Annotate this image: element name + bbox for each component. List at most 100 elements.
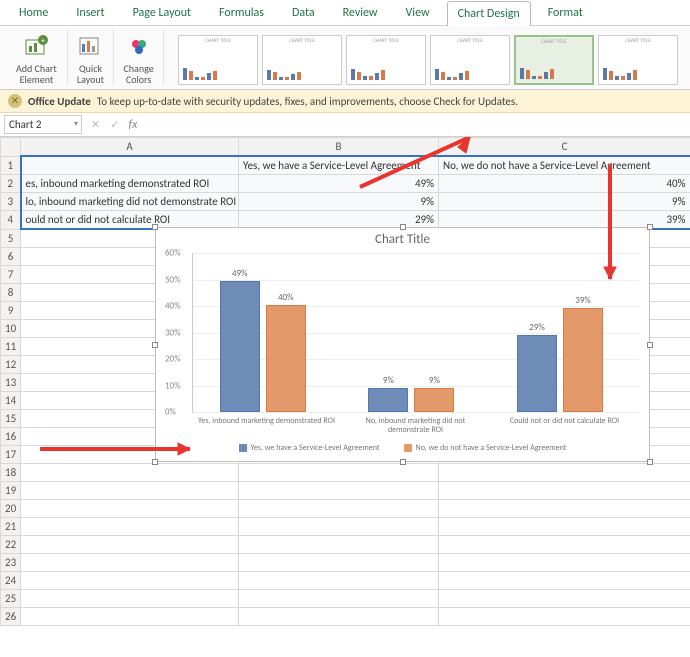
cell[interactable] bbox=[21, 517, 239, 535]
tab-view[interactable]: View bbox=[395, 0, 441, 25]
tab-formulas[interactable]: Formulas bbox=[208, 0, 275, 25]
cell[interactable] bbox=[21, 156, 239, 175]
cell[interactable] bbox=[239, 589, 439, 607]
cell[interactable] bbox=[439, 607, 690, 625]
chart-style-thumb[interactable]: Chart Title bbox=[178, 35, 258, 85]
resize-handle[interactable] bbox=[152, 459, 158, 465]
chart-plot-area[interactable]: 0%10%20%30%40%50%60%49%40%9%9%29%39% bbox=[192, 253, 639, 413]
row-header[interactable]: 14 bbox=[1, 391, 21, 409]
row-header[interactable]: 17 bbox=[1, 445, 21, 463]
embedded-chart[interactable]: Chart Title 0%10%20%30%40%50%60%49%40%9%… bbox=[155, 227, 650, 462]
row-header[interactable]: 5 bbox=[1, 229, 21, 247]
chart-legend[interactable]: Yes, we have a Service-Level AgreementNo… bbox=[156, 443, 649, 453]
cell[interactable] bbox=[21, 535, 239, 553]
cell[interactable] bbox=[439, 463, 690, 481]
cell[interactable] bbox=[239, 499, 439, 517]
quick-layout-button[interactable]: Quick Layout bbox=[68, 30, 114, 85]
col-header-C[interactable]: C bbox=[439, 138, 690, 157]
row-header[interactable]: 13 bbox=[1, 373, 21, 391]
cell[interactable] bbox=[21, 463, 239, 481]
resize-handle[interactable] bbox=[647, 459, 653, 465]
row-header[interactable]: 19 bbox=[1, 481, 21, 499]
cell[interactable] bbox=[439, 553, 690, 571]
chart-bar[interactable]: 49% bbox=[220, 281, 260, 412]
resize-handle[interactable] bbox=[647, 224, 653, 230]
tab-insert[interactable]: Insert bbox=[65, 0, 115, 25]
row-header[interactable]: 20 bbox=[1, 499, 21, 517]
tab-chart-design[interactable]: Chart Design bbox=[447, 1, 531, 26]
cell[interactable]: Yes, we have a Service-Level Agreement bbox=[239, 156, 439, 175]
cancel-icon[interactable]: ✕ bbox=[86, 118, 105, 131]
cell[interactable] bbox=[439, 535, 690, 553]
chart-style-thumb[interactable]: Chart Title bbox=[514, 35, 594, 85]
cell[interactable] bbox=[239, 517, 439, 535]
row-header[interactable]: 10 bbox=[1, 319, 21, 337]
chart-bar[interactable]: 29% bbox=[517, 335, 557, 412]
close-icon[interactable]: ✕ bbox=[8, 94, 22, 108]
cell[interactable] bbox=[21, 499, 239, 517]
cell[interactable] bbox=[21, 607, 239, 625]
row-header[interactable]: 6 bbox=[1, 247, 21, 265]
cell[interactable] bbox=[439, 589, 690, 607]
tab-page-layout[interactable]: Page Layout bbox=[122, 0, 202, 25]
cell[interactable]: 49% bbox=[239, 175, 439, 193]
row-header[interactable]: 1 bbox=[1, 156, 21, 175]
row-header[interactable]: 23 bbox=[1, 553, 21, 571]
cell[interactable]: 9% bbox=[239, 193, 439, 211]
chart-style-thumb[interactable]: CHART TITLE bbox=[430, 35, 510, 85]
cell[interactable] bbox=[239, 553, 439, 571]
resize-handle[interactable] bbox=[400, 459, 406, 465]
enter-icon[interactable]: ✓ bbox=[105, 118, 124, 131]
fx-icon[interactable]: fx bbox=[124, 118, 141, 132]
cell[interactable] bbox=[21, 589, 239, 607]
row-header[interactable]: 2 bbox=[1, 175, 21, 193]
row-header[interactable]: 21 bbox=[1, 517, 21, 535]
tab-review[interactable]: Review bbox=[332, 0, 389, 25]
cell[interactable] bbox=[239, 463, 439, 481]
chart-style-gallery[interactable]: Chart TitleCHART TITLECHART TITLECHART T… bbox=[170, 35, 678, 85]
row-header[interactable]: 7 bbox=[1, 265, 21, 283]
cell[interactable] bbox=[439, 571, 690, 589]
chart-bar[interactable]: 9% bbox=[414, 388, 454, 412]
cell[interactable]: lo, inbound marketing did not demonstrat… bbox=[21, 193, 239, 211]
row-header[interactable]: 22 bbox=[1, 535, 21, 553]
row-header[interactable]: 12 bbox=[1, 355, 21, 373]
name-box[interactable]: Chart 2 bbox=[4, 115, 82, 134]
resize-handle[interactable] bbox=[152, 342, 158, 348]
change-colors-button[interactable]: Change Colors bbox=[114, 30, 164, 85]
cell[interactable] bbox=[439, 517, 690, 535]
cell[interactable] bbox=[21, 481, 239, 499]
row-header[interactable]: 3 bbox=[1, 193, 21, 211]
chart-style-thumb[interactable]: CHART TITLE bbox=[346, 35, 426, 85]
resize-handle[interactable] bbox=[647, 342, 653, 348]
tab-home[interactable]: Home bbox=[8, 0, 59, 25]
tab-format[interactable]: Format bbox=[537, 0, 594, 25]
row-header[interactable]: 8 bbox=[1, 283, 21, 301]
col-header-A[interactable]: A bbox=[21, 138, 239, 157]
chart-legend-item[interactable]: Yes, we have a Service-Level Agreement bbox=[239, 443, 380, 453]
cell[interactable] bbox=[21, 553, 239, 571]
row-header[interactable]: 24 bbox=[1, 571, 21, 589]
row-header[interactable]: 18 bbox=[1, 463, 21, 481]
cell[interactable]: 40% bbox=[439, 175, 690, 193]
cell[interactable]: es, inbound marketing demonstrated ROI bbox=[21, 175, 239, 193]
row-header[interactable]: 11 bbox=[1, 337, 21, 355]
tab-data[interactable]: Data bbox=[281, 0, 326, 25]
chart-title[interactable]: Chart Title bbox=[156, 228, 649, 251]
worksheet[interactable]: A B C 1 Yes, we have a Service-Level Agre… bbox=[0, 137, 690, 626]
col-header-B[interactable]: B bbox=[239, 138, 439, 157]
row-header[interactable]: 9 bbox=[1, 301, 21, 319]
row-header[interactable]: 15 bbox=[1, 409, 21, 427]
row-header[interactable]: 26 bbox=[1, 607, 21, 625]
resize-handle[interactable] bbox=[152, 224, 158, 230]
chart-bar[interactable]: 9% bbox=[368, 388, 408, 412]
cell[interactable] bbox=[439, 499, 690, 517]
select-all-corner[interactable] bbox=[1, 138, 21, 157]
chart-bar[interactable]: 39% bbox=[563, 308, 603, 412]
cell[interactable] bbox=[21, 571, 239, 589]
row-header[interactable]: 16 bbox=[1, 427, 21, 445]
row-header[interactable]: 25 bbox=[1, 589, 21, 607]
add-chart-element-button[interactable]: + Add Chart Element bbox=[6, 30, 68, 85]
resize-handle[interactable] bbox=[400, 224, 406, 230]
formula-input[interactable] bbox=[141, 117, 690, 133]
